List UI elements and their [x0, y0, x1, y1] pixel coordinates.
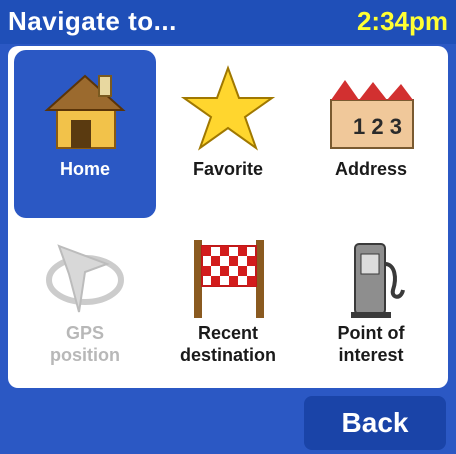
gps-position-label-line2: position — [50, 345, 120, 365]
finish-line-flag-icon — [194, 240, 264, 318]
clock: 2:34pm — [356, 6, 448, 36]
address-label: Address — [334, 159, 408, 179]
home-option[interactable]: Home — [14, 50, 156, 218]
recent-destination-label-line2: destination — [179, 345, 276, 365]
point-of-interest-option[interactable]: Point of interest — [300, 218, 442, 386]
home-icon — [44, 74, 126, 149]
point-of-interest-label-line2: interest — [338, 345, 404, 365]
bottom-bar: Back — [0, 390, 456, 454]
gps-satellite-icon — [46, 244, 124, 313]
favorite-label: Favorite — [192, 159, 264, 179]
gps-position-option[interactable]: GPS position — [14, 218, 156, 386]
gas-pump-icon — [351, 243, 405, 318]
address-number-text: 1 2 3 — [353, 114, 402, 139]
recent-destination-option[interactable]: Recent destination — [157, 218, 299, 386]
recent-destination-label-line1: Recent — [197, 323, 259, 343]
back-button[interactable]: Back — [304, 396, 446, 450]
navigate-screen: Navigate to... 2:34pm Home Favorite 1 2 … — [0, 0, 456, 454]
star-icon — [180, 65, 276, 151]
address-houses-icon: 1 2 3 — [330, 80, 414, 149]
point-of-interest-label-line1: Point of — [337, 323, 405, 343]
home-label: Home — [59, 159, 110, 179]
address-option[interactable]: 1 2 3 Address — [300, 50, 442, 218]
destination-menu: Home Favorite 1 2 3 Address GPS position… — [8, 46, 448, 388]
gps-position-label-line1: GPS — [65, 323, 104, 343]
title-bar: Navigate to... 2:34pm — [0, 0, 456, 44]
page-title: Navigate to... — [8, 6, 177, 36]
favorite-option[interactable]: Favorite — [157, 50, 299, 218]
